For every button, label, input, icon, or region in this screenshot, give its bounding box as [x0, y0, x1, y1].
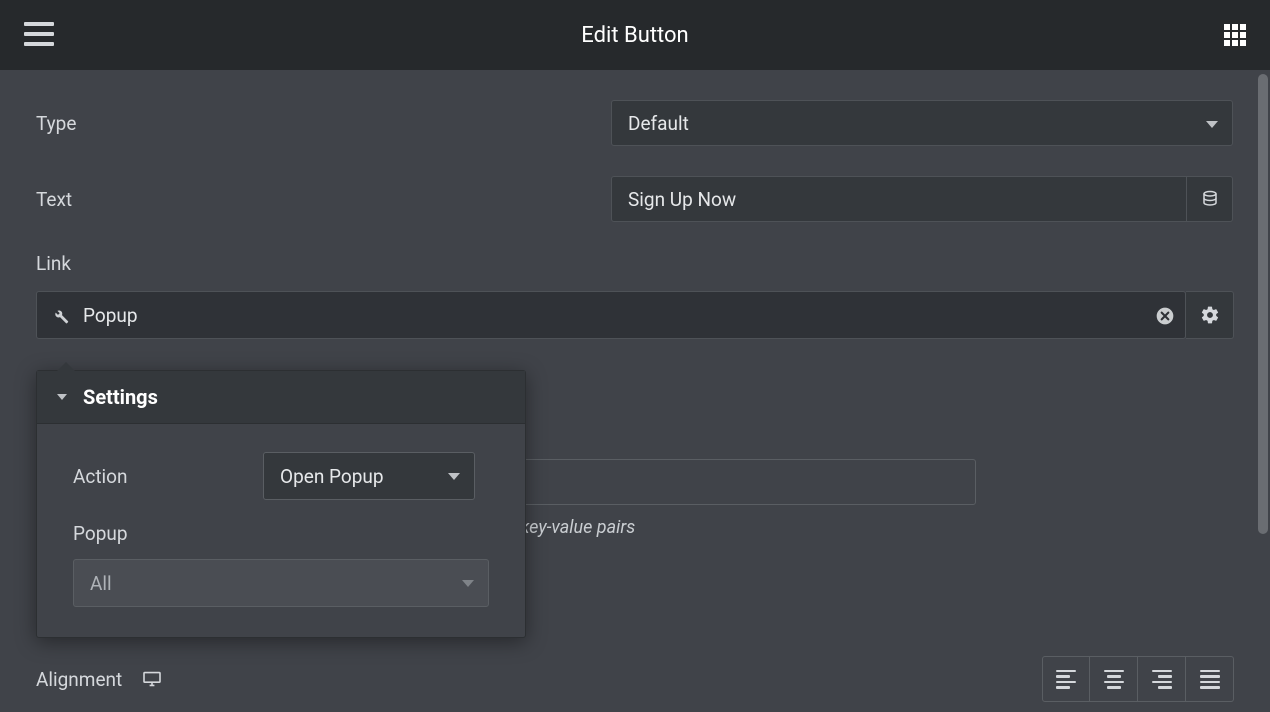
- link-value: Popup: [83, 304, 138, 327]
- align-justify-button[interactable]: [1186, 656, 1234, 702]
- link-settings-popover: Settings Action Open Popup Popup All: [36, 370, 526, 638]
- popup-select-value: All: [90, 572, 112, 595]
- align-left-icon: [1056, 670, 1076, 689]
- wrench-icon: [49, 305, 69, 325]
- alignment-row: Alignment: [36, 656, 1234, 702]
- desktop-icon[interactable]: [142, 671, 162, 687]
- scrollbar-thumb[interactable]: [1258, 74, 1268, 534]
- align-left-button[interactable]: [1042, 656, 1090, 702]
- action-label: Action: [73, 465, 233, 488]
- action-select-value: Open Popup: [280, 465, 384, 488]
- apps-grid-button[interactable]: [1224, 24, 1246, 46]
- header: Edit Button: [0, 0, 1270, 70]
- align-center-button[interactable]: [1090, 656, 1138, 702]
- gear-icon: [1200, 305, 1220, 325]
- chevron-down-icon: [448, 473, 460, 480]
- dynamic-tags-button[interactable]: [1187, 176, 1233, 222]
- align-justify-icon: [1200, 670, 1220, 689]
- database-icon: [1201, 190, 1219, 208]
- menu-button[interactable]: [24, 22, 54, 46]
- chevron-down-icon: [462, 580, 474, 587]
- align-center-icon: [1104, 670, 1124, 689]
- popup-row: Popup All: [73, 522, 489, 607]
- align-right-button[interactable]: [1138, 656, 1186, 702]
- text-input[interactable]: Sign Up Now: [611, 176, 1187, 222]
- alignment-buttons: [1042, 656, 1234, 702]
- row-text: Text Sign Up Now: [36, 176, 1234, 222]
- alignment-label: Alignment: [36, 668, 122, 691]
- type-select[interactable]: Default: [611, 100, 1233, 146]
- page-title: Edit Button: [581, 23, 688, 48]
- type-label: Type: [36, 112, 611, 135]
- row-type: Type Default: [36, 100, 1234, 146]
- chevron-down-icon: [1206, 121, 1218, 128]
- action-row: Action Open Popup: [73, 452, 489, 500]
- popover-header[interactable]: Settings: [37, 371, 525, 424]
- link-label: Link: [36, 252, 1234, 275]
- close-circle-icon: [1155, 306, 1175, 326]
- popover-title: Settings: [83, 385, 158, 409]
- link-options-button[interactable]: [1186, 291, 1234, 339]
- action-select[interactable]: Open Popup: [263, 452, 475, 500]
- text-label: Text: [36, 188, 611, 211]
- type-select-value: Default: [628, 112, 689, 135]
- popup-select[interactable]: All: [73, 559, 489, 607]
- popup-label: Popup: [73, 522, 489, 545]
- link-control: Popup: [36, 291, 1234, 339]
- scrollbar[interactable]: [1258, 70, 1268, 704]
- align-right-icon: [1152, 670, 1172, 689]
- clear-link-button[interactable]: [1155, 306, 1175, 326]
- link-input[interactable]: Popup: [36, 291, 1186, 339]
- chevron-down-icon: [57, 394, 67, 400]
- content: Type Default Text Sign Up Now Link: [0, 70, 1270, 712]
- text-input-value: Sign Up Now: [628, 188, 736, 211]
